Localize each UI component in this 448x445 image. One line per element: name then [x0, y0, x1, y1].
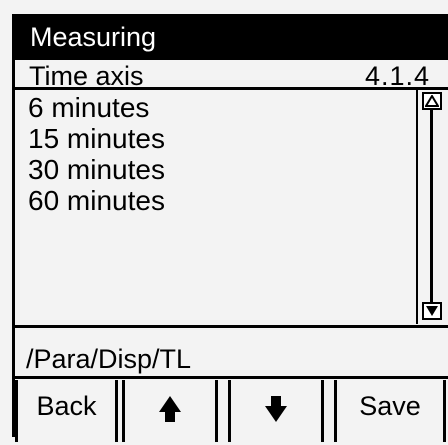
scroll-down-icon[interactable]: [422, 302, 442, 320]
up-button[interactable]: [122, 380, 218, 442]
list-item[interactable]: 15 minutes: [28, 123, 165, 154]
back-button[interactable]: Back: [15, 380, 118, 442]
list-divider: [12, 325, 448, 328]
list-item[interactable]: 6 minutes: [28, 92, 165, 123]
list-item[interactable]: 60 minutes: [28, 185, 165, 216]
scrollbar[interactable]: [420, 88, 446, 324]
arrow-down-icon: [265, 396, 287, 422]
scroll-up-icon[interactable]: [422, 92, 442, 110]
arrow-up-icon: [159, 396, 181, 422]
menu-path: /Para/Disp/TL: [26, 344, 192, 374]
screen-title: Measuring: [12, 14, 448, 60]
down-button[interactable]: [228, 380, 324, 442]
option-items: 6 minutes 15 minutes 30 minutes 60 minut…: [28, 92, 165, 216]
button-bar-divider: [12, 376, 448, 379]
save-button[interactable]: Save: [334, 380, 446, 442]
list-item[interactable]: 30 minutes: [28, 154, 165, 185]
scroll-track[interactable]: [430, 110, 433, 302]
header-row: Time axis 4.1.4: [15, 60, 448, 91]
